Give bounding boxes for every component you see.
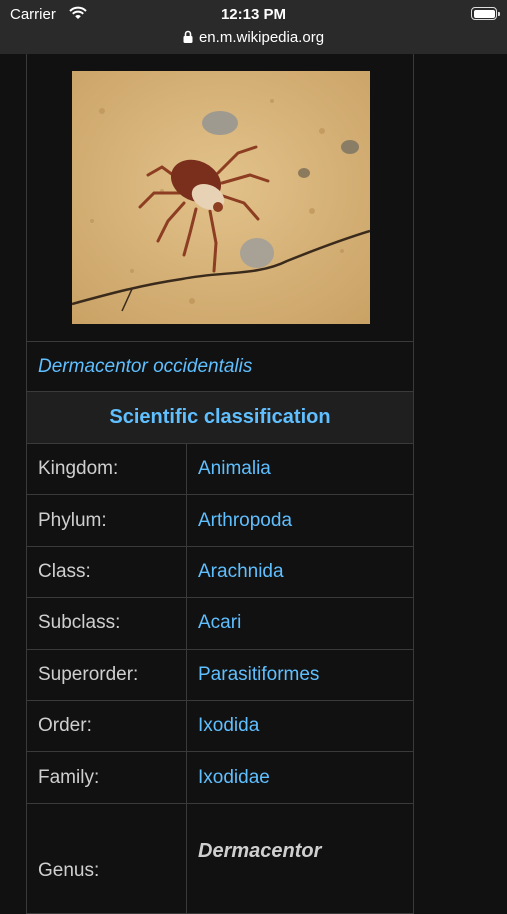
taxonomy-row: Phylum: Arthropoda — [27, 495, 413, 547]
rank-label: Family: — [27, 752, 187, 803]
image-caption[interactable]: Dermacentor occidentalis — [27, 342, 413, 392]
rank-value-link[interactable]: Arachnida — [187, 547, 413, 597]
rank-value-link[interactable]: Parasitiformes — [187, 650, 413, 700]
address-bar[interactable]: en.m.wikipedia.org — [0, 29, 507, 47]
battery-icon — [471, 7, 500, 20]
taxonomy-row: Family: Ixodidae — [27, 752, 413, 804]
scientific-classification-heading[interactable]: Scientific classification — [27, 392, 413, 444]
taxonomy-row: Class: Arachnida — [27, 546, 413, 599]
taxonomy-row: Subclass: Acari — [27, 598, 413, 650]
taxonomy-row: Superorder: Parasitiformes — [27, 649, 413, 701]
taxonomy-row: Order: Ixodida — [27, 700, 413, 753]
tick-photo[interactable] — [72, 71, 370, 324]
status-and-url-bar: Carrier 12:13 PM en.m.wikipedia.org — [0, 0, 507, 54]
taxonomy-row: Kingdom: Animalia — [27, 444, 413, 496]
rank-label: Order: — [27, 700, 187, 752]
rank-label: Kingdom: — [27, 444, 187, 495]
image-cell — [27, 54, 413, 342]
rank-label: Subclass: — [27, 598, 187, 649]
url-text: en.m.wikipedia.org — [198, 29, 325, 46]
clock: 12:13 PM — [220, 6, 287, 23]
rank-value-link[interactable]: Ixodida — [187, 701, 413, 751]
rank-label: Superorder: — [27, 649, 187, 700]
rank-label: Class: — [27, 546, 187, 598]
taxobox: Dermacentor occidentalis Scientific clas… — [26, 54, 414, 914]
rank-value-link[interactable]: Animalia — [187, 444, 413, 494]
genus-value: Dermacentor — [198, 839, 322, 862]
rank-label: Phylum: — [27, 495, 187, 546]
rank-value-link[interactable]: Acari — [187, 598, 413, 648]
lock-icon — [183, 30, 193, 47]
rank-value-link[interactable]: Arthropoda — [187, 495, 413, 545]
taxonomy-row-genus: Genus: Dermacentor — [27, 803, 413, 914]
rank-value-link[interactable]: Ixodidae — [187, 752, 413, 802]
rank-label: Genus: — [27, 803, 187, 913]
